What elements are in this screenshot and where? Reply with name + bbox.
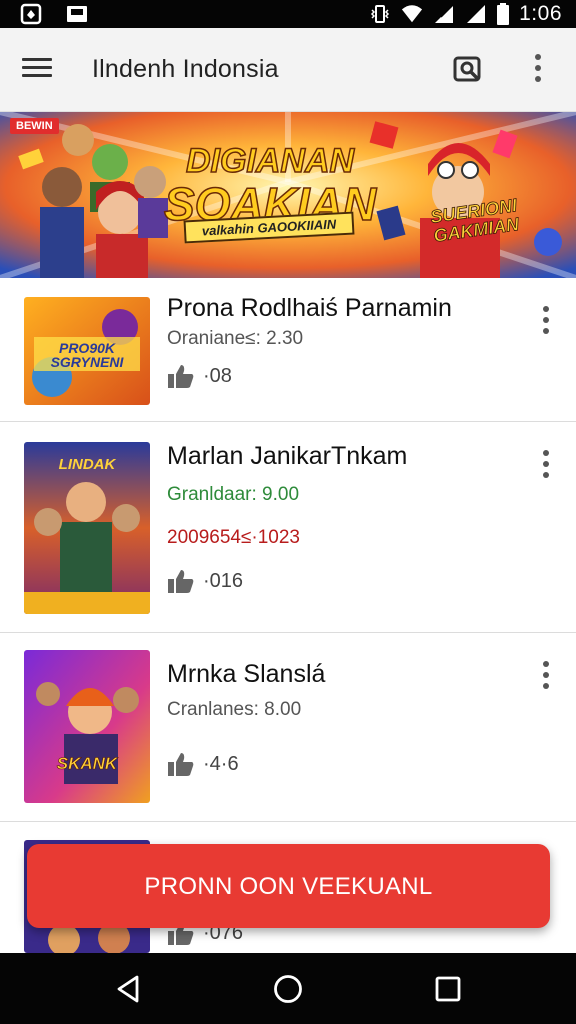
like-row: ·016 bbox=[167, 568, 243, 594]
like-row: ·08 bbox=[167, 363, 232, 389]
image-notification-icon bbox=[67, 6, 87, 22]
item-meta: 2009654≤·1023 bbox=[167, 527, 300, 548]
signal-icon bbox=[467, 5, 486, 23]
game-thumbnail[interactable]: PRO90K SGRYNENI bbox=[24, 297, 150, 405]
item-meta: Oraniane≤: 2.30 bbox=[167, 328, 304, 349]
item-title: Mrnka Slanslá bbox=[167, 660, 326, 688]
thumbnail-art bbox=[24, 650, 150, 803]
more-vert-icon[interactable] bbox=[536, 450, 556, 482]
like-count: ·4·6 bbox=[203, 752, 239, 775]
like-count: ·016 bbox=[203, 569, 244, 592]
thumbnail-title: SKANK bbox=[56, 754, 118, 774]
game-thumbnail[interactable]: LINDAK bbox=[24, 442, 150, 614]
recents-icon[interactable] bbox=[432, 973, 464, 1005]
app-bar: Ilndenh Indonsia bbox=[0, 28, 576, 112]
thumbnail-title: LINDAK bbox=[58, 456, 116, 473]
like-count: ·08 bbox=[203, 364, 232, 387]
item-meta: Cranlanes: 8.00 bbox=[167, 699, 302, 720]
vibrate-icon bbox=[371, 5, 390, 23]
home-icon[interactable] bbox=[272, 973, 304, 1005]
cta-button[interactable]: PRONN OON VEEKUANL bbox=[27, 844, 550, 928]
banner-badge: BEWIN bbox=[10, 118, 59, 134]
battery-icon bbox=[497, 3, 510, 25]
more-vert-icon[interactable] bbox=[536, 306, 556, 338]
signal-icon bbox=[435, 4, 454, 23]
thumbnail-title: PRO90K SGRYNENI bbox=[50, 340, 124, 370]
item-title: Prona Rodlhaiś Parnamin bbox=[167, 294, 452, 322]
game-thumbnail[interactable]: SKANK bbox=[24, 650, 150, 803]
item-title: Marlan JanikarTnkam bbox=[167, 442, 408, 470]
page-title: Ilndenh Indonsia bbox=[92, 55, 279, 83]
search-icon[interactable] bbox=[452, 54, 484, 86]
back-icon[interactable] bbox=[113, 973, 145, 1005]
list-item[interactable]: LINDAK Marlan JanikarTnkam Granldaar: 9.… bbox=[0, 422, 576, 633]
clock: 1:06 bbox=[519, 2, 562, 25]
thumbs-up-icon[interactable] bbox=[167, 568, 195, 594]
thumbs-up-icon[interactable] bbox=[167, 751, 195, 777]
status-bar: 1:06 bbox=[0, 0, 576, 28]
list-item[interactable]: PRO90K SGRYNENI Prona Rodlhaiś Parnamin … bbox=[0, 278, 576, 422]
wifi-icon bbox=[402, 5, 423, 23]
thumbs-up-icon[interactable] bbox=[167, 363, 195, 389]
banner-title-line1: DIGIANAN bbox=[185, 141, 355, 181]
item-meta: Granldaar: 9.00 bbox=[167, 484, 300, 505]
like-row: ·4·6 bbox=[167, 751, 239, 777]
more-vert-icon[interactable] bbox=[524, 54, 552, 88]
menu-icon[interactable] bbox=[22, 54, 58, 86]
more-vert-icon[interactable] bbox=[536, 661, 556, 693]
system-nav-bar bbox=[0, 953, 576, 1024]
list-item[interactable]: SKANK Mrnka Slanslá Cranlanes: 8.00 ·4·6 bbox=[0, 633, 576, 822]
app-notification-icon bbox=[20, 3, 42, 25]
featured-banner[interactable]: BEWIN DIGIANAN SOAKIAN valkahin GAOOKIIA… bbox=[0, 112, 576, 278]
